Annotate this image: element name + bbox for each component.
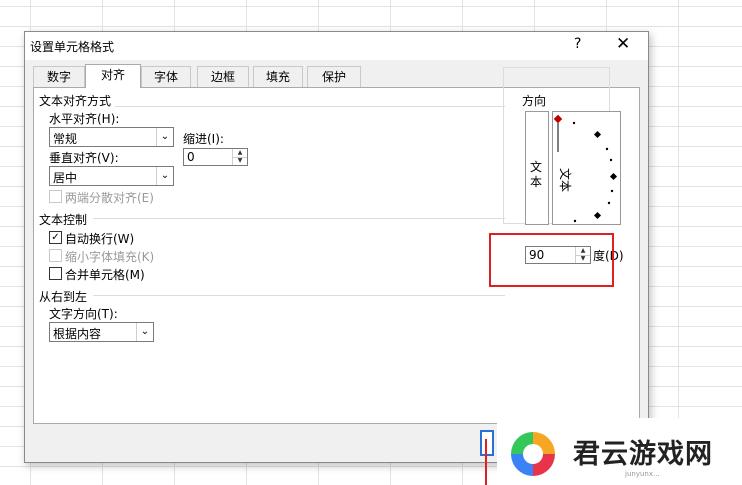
orientation-dial-graphic: 文本 xyxy=(553,114,618,223)
watermark-url: junyunx... xyxy=(625,470,660,478)
dial-tick xyxy=(607,201,611,205)
merge-cells-label: 合并单元格(M) xyxy=(65,268,145,282)
horizontal-align-value: 常规 xyxy=(53,132,78,146)
dialog-titlebar: 设置单元格格式 ? ✕ xyxy=(25,32,648,60)
group-divider xyxy=(93,295,505,296)
justify-distributed-label: 两端分散对齐(E) xyxy=(65,191,154,205)
vertical-text-label: 文本 xyxy=(530,160,543,189)
indent-spinner[interactable]: 0 ▲ ▼ xyxy=(183,148,248,166)
vertical-text-box[interactable]: 文本 xyxy=(525,111,549,225)
dialog-title: 设置单元格格式 xyxy=(30,40,115,54)
text-direction-select[interactable]: 根据内容 ⌄ xyxy=(49,322,154,342)
indent-value: 0 xyxy=(187,150,195,164)
spinner-buttons: ▲ ▼ xyxy=(232,149,247,165)
dial-tick xyxy=(610,189,614,193)
vertical-align-label: 垂直对齐(V): xyxy=(49,151,119,165)
horizontal-align-label: 水平对齐(H): xyxy=(49,112,120,126)
vertical-align-select[interactable]: 居中 ⌄ xyxy=(49,166,174,186)
tab-alignment[interactable]: 对齐 xyxy=(85,64,141,88)
tab-fill[interactable]: 填充 xyxy=(253,66,303,87)
ok-button[interactable] xyxy=(480,430,494,456)
indent-label: 缩进(I): xyxy=(183,132,224,146)
dial-tick xyxy=(572,121,576,125)
chevron-down-icon: ⌄ xyxy=(156,167,173,185)
rtl-title: 从右到左 xyxy=(39,288,88,305)
watermark: 君云游戏网 junyunx... xyxy=(497,418,742,485)
shrink-to-fit-label: 缩小字体填充(K) xyxy=(65,250,155,264)
text-direction-value: 根据内容 xyxy=(53,327,102,341)
annotation-line xyxy=(485,439,487,485)
tab-border[interactable]: 边框 xyxy=(197,66,249,87)
tab-protection[interactable]: 保护 xyxy=(307,66,361,87)
dial-tick xyxy=(609,158,613,162)
wrap-text-label: 自动换行(W) xyxy=(65,232,135,246)
watermark-logo-icon xyxy=(511,432,555,476)
tab-number[interactable]: 数字 xyxy=(33,66,85,87)
group-divider xyxy=(115,106,505,107)
dial-tick xyxy=(609,172,618,181)
dial-tick xyxy=(593,211,602,220)
checkbox-box xyxy=(49,249,62,262)
watermark-text: 君云游戏网 xyxy=(573,439,713,470)
dial-tick xyxy=(605,147,609,151)
checkbox-box xyxy=(49,267,62,280)
tab-font[interactable]: 字体 xyxy=(141,66,191,87)
highlight-annotation xyxy=(489,233,614,287)
dial-marker-icon xyxy=(553,114,563,124)
horizontal-align-select[interactable]: 常规 ⌄ xyxy=(49,127,174,147)
text-alignment-title: 文本对齐方式 xyxy=(39,92,112,109)
spin-down-icon[interactable]: ▼ xyxy=(233,157,247,165)
chevron-down-icon: ⌄ xyxy=(136,323,153,341)
help-button[interactable]: ? xyxy=(574,36,581,52)
chevron-down-icon: ⌄ xyxy=(156,128,173,146)
text-direction-label: 文字方向(T): xyxy=(49,307,118,321)
dial-tick xyxy=(573,219,577,223)
dial-tick xyxy=(593,130,602,139)
orientation-dial[interactable]: 文本 xyxy=(552,111,621,225)
close-button[interactable]: ✕ xyxy=(616,34,630,54)
dial-text: 文本 xyxy=(558,168,573,192)
vertical-align-value: 居中 xyxy=(53,171,78,185)
check-icon: ✓ xyxy=(49,231,62,244)
text-control-title: 文本控制 xyxy=(39,211,88,228)
checkbox-box xyxy=(49,190,62,203)
group-divider xyxy=(93,218,505,219)
